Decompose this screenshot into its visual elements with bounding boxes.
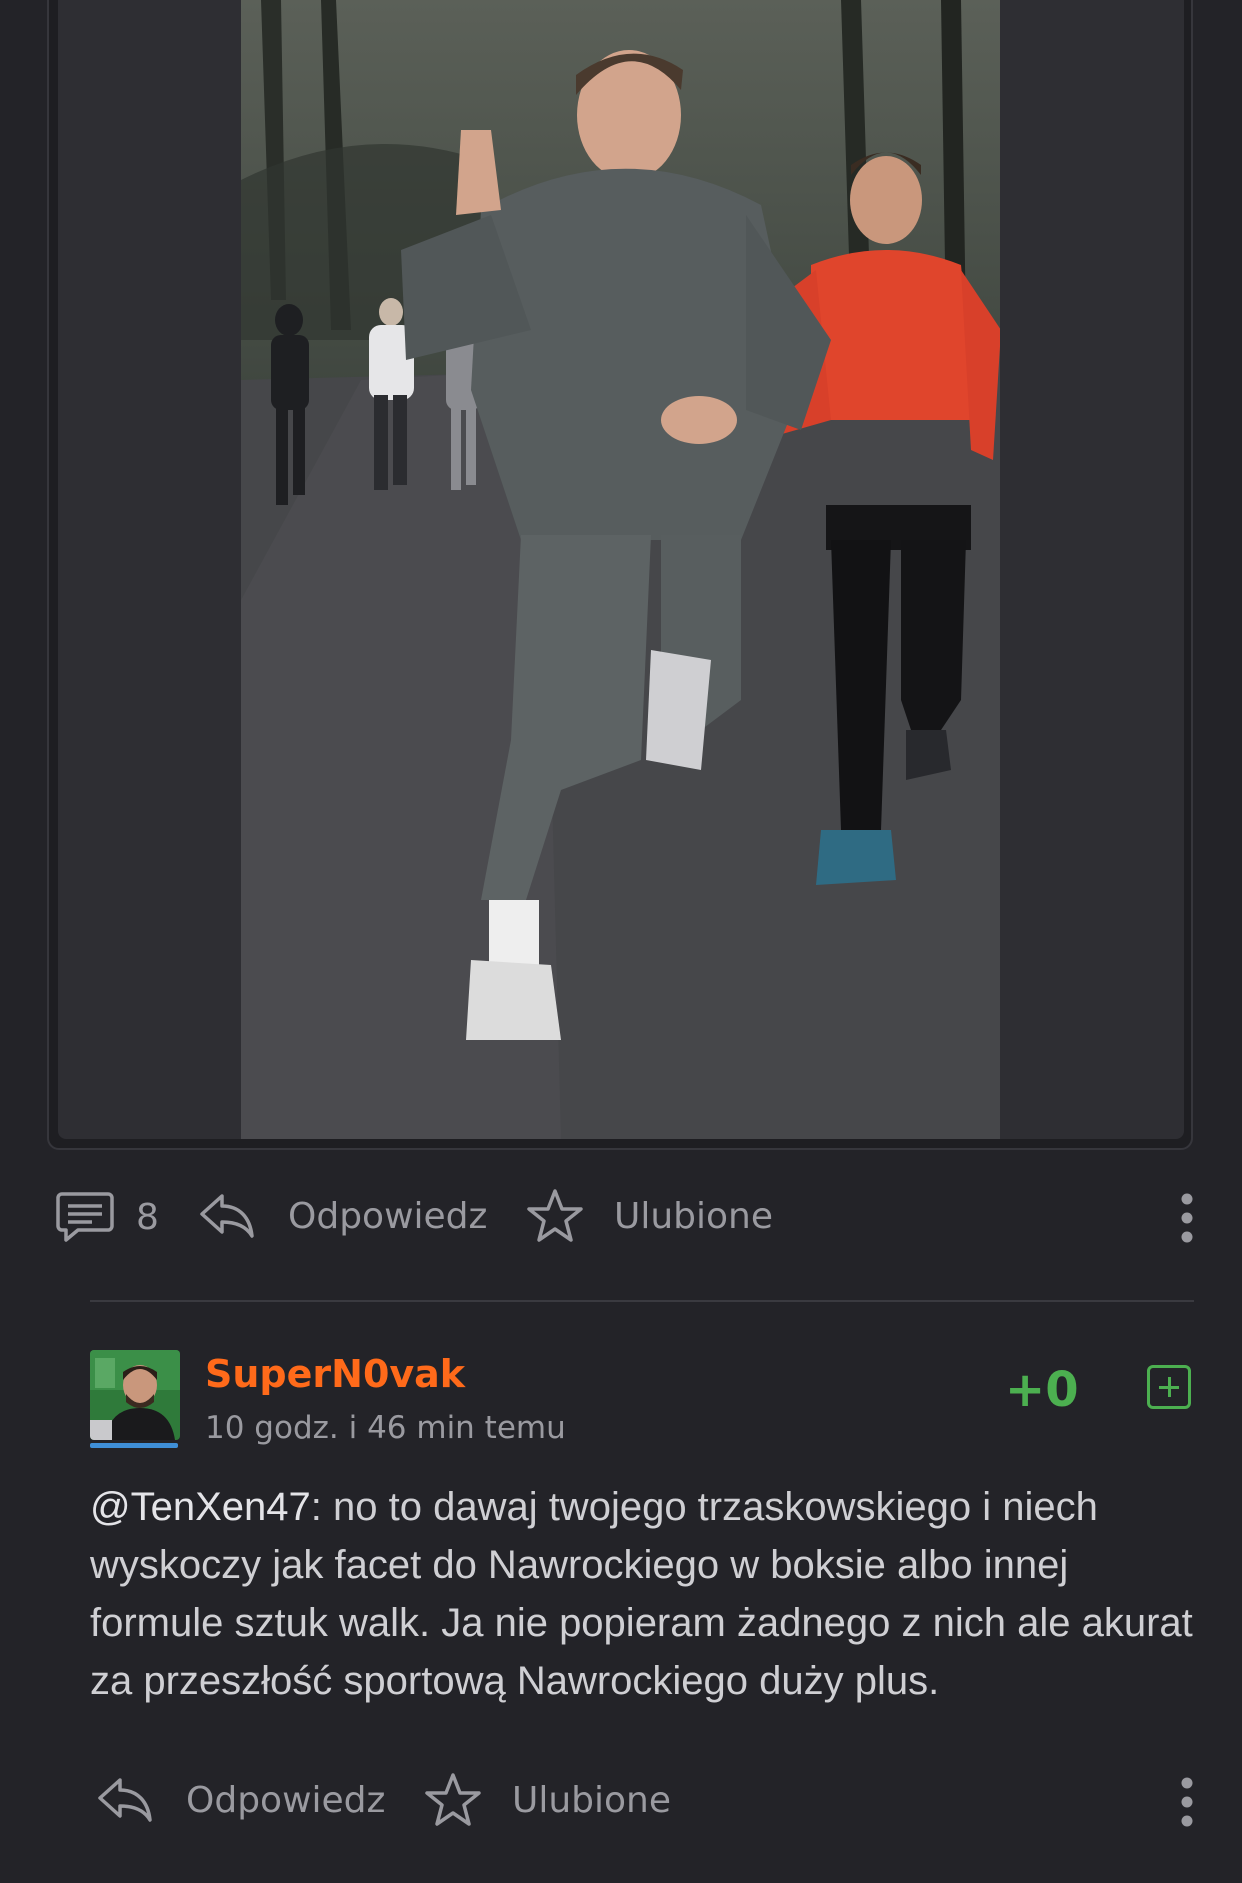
- comments-count: 8: [136, 1196, 159, 1238]
- comment-body: @TenXen47: no to dawaj twojego trzaskows…: [90, 1478, 1200, 1710]
- more-vertical-icon: [1181, 1193, 1193, 1243]
- post-media[interactable]: [58, 0, 1184, 1139]
- comment-favorite-button[interactable]: Ulubione: [424, 1772, 671, 1828]
- comments-count-button[interactable]: 8: [56, 1190, 159, 1244]
- comment-score: +0: [1005, 1362, 1079, 1418]
- upvote-plus-button[interactable]: [1147, 1365, 1191, 1409]
- comment-more-options-button[interactable]: [1180, 1776, 1194, 1828]
- avatar-status-bar: [90, 1443, 178, 1448]
- comment-mention[interactable]: @TenXen47: [90, 1485, 311, 1529]
- star-icon: [527, 1189, 583, 1242]
- comment-favorite-label: Ulubione: [512, 1779, 672, 1821]
- comment-divider: [90, 1300, 1194, 1302]
- reply-arrow-icon: [98, 1778, 152, 1822]
- comment-reply-button[interactable]: Odpowiedz: [96, 1774, 385, 1826]
- comment-timestamp: 10 godz. i 46 min temu: [205, 1410, 566, 1446]
- reply-arrow-icon: [200, 1194, 254, 1238]
- comment-username[interactable]: SuperN0vak: [205, 1352, 465, 1396]
- star-icon: [425, 1773, 481, 1826]
- comment-reply-label: Odpowiedz: [186, 1779, 386, 1821]
- comment-icon: [56, 1192, 114, 1242]
- post-actions-bar: 8 Odpowiedz Ulubione: [0, 1180, 1242, 1252]
- favorite-button[interactable]: Ulubione: [526, 1188, 773, 1244]
- reply-label: Odpowiedz: [288, 1195, 488, 1237]
- more-vertical-icon: [1181, 1777, 1193, 1827]
- avatar[interactable]: [90, 1350, 180, 1440]
- post-photo[interactable]: [241, 0, 1000, 1139]
- reply-button[interactable]: Odpowiedz: [198, 1190, 487, 1242]
- favorite-label: Ulubione: [614, 1195, 774, 1237]
- more-options-button[interactable]: [1180, 1192, 1194, 1244]
